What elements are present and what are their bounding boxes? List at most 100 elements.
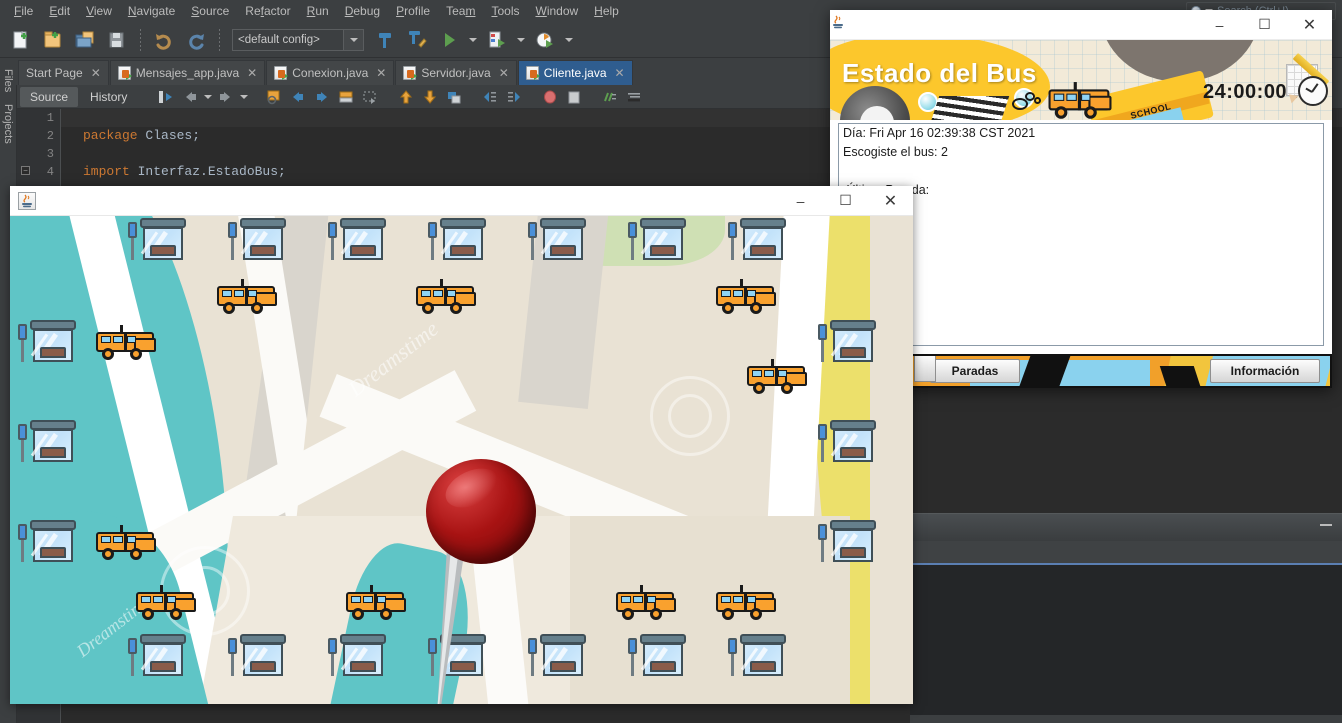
bus-stop-icon[interactable] xyxy=(18,414,80,476)
run-project-icon[interactable] xyxy=(434,25,464,55)
format-icon[interactable] xyxy=(623,87,645,107)
code-fold-toggle[interactable]: − xyxy=(21,166,30,175)
menu-source[interactable]: Source xyxy=(183,1,237,21)
save-all-icon[interactable] xyxy=(102,25,132,55)
profile-project-icon[interactable] xyxy=(530,25,560,55)
menu-run[interactable]: Run xyxy=(299,1,337,21)
forward-icon[interactable] xyxy=(215,87,237,107)
bus-stop-icon[interactable] xyxy=(528,216,590,274)
new-project-icon[interactable] xyxy=(38,25,68,55)
tab-cliente[interactable]: Cliente.java ✕ xyxy=(517,60,633,85)
undo-icon[interactable] xyxy=(149,25,179,55)
menu-team[interactable]: Team xyxy=(438,1,483,21)
run-dropdown-icon[interactable] xyxy=(466,25,480,55)
menu-refactor[interactable]: Refactor xyxy=(237,1,298,21)
new-file-icon[interactable] xyxy=(6,25,36,55)
menu-navigate[interactable]: Navigate xyxy=(120,1,183,21)
bus-stop-icon[interactable] xyxy=(228,216,290,274)
toggle-rectangular-icon[interactable] xyxy=(359,87,381,107)
redo-icon[interactable] xyxy=(181,25,211,55)
bus-stop-icon[interactable] xyxy=(18,514,80,576)
tab-start-page[interactable]: Start Page ✕ xyxy=(18,60,109,85)
map-canvas[interactable]: Dreamstime Dreamstime xyxy=(10,216,913,704)
menu-profile[interactable]: Profile xyxy=(388,1,438,21)
dock-tab-projects[interactable]: Projects xyxy=(0,98,16,150)
menu-help[interactable]: Help xyxy=(586,1,627,21)
menu-file[interactable]: File xyxy=(6,1,41,21)
shift-line-down-icon[interactable] xyxy=(419,87,441,107)
bus-stop-icon[interactable] xyxy=(428,216,490,274)
bus-stop-icon[interactable] xyxy=(18,314,80,376)
previous-bookmark-icon[interactable] xyxy=(287,87,309,107)
clean-build-icon[interactable] xyxy=(402,25,432,55)
bus-icon[interactable] xyxy=(714,584,778,624)
bus-icon[interactable] xyxy=(344,584,408,624)
next-bookmark-icon[interactable] xyxy=(311,87,333,107)
debug-project-icon[interactable] xyxy=(482,25,512,55)
toggle-bookmark-icon[interactable] xyxy=(335,87,357,107)
bus-stop-icon[interactable] xyxy=(818,314,880,376)
menu-tools[interactable]: Tools xyxy=(483,1,527,21)
build-project-icon[interactable] xyxy=(370,25,400,55)
close-icon[interactable]: ✕ xyxy=(376,66,386,80)
dock-tab-files[interactable]: Files xyxy=(0,63,16,98)
close-icon[interactable]: ✕ xyxy=(91,66,101,80)
tab-servidor[interactable]: Servidor.java ✕ xyxy=(395,60,517,85)
shift-line-up-icon[interactable] xyxy=(395,87,417,107)
debug-dropdown-icon[interactable] xyxy=(514,25,528,55)
bus-stop-icon[interactable] xyxy=(328,628,390,690)
config-combo[interactable]: <default config> xyxy=(232,28,364,51)
bus-icon[interactable] xyxy=(414,278,478,318)
bus-icon[interactable] xyxy=(714,278,778,318)
profile-dropdown-icon[interactable] xyxy=(562,25,576,55)
bus-icon[interactable] xyxy=(94,324,158,364)
menu-window[interactable]: Window xyxy=(527,1,586,21)
maximize-icon[interactable]: ☐ xyxy=(823,186,868,216)
shift-right-icon[interactable] xyxy=(503,87,525,107)
bus-stop-icon[interactable] xyxy=(228,628,290,690)
maximize-icon[interactable]: ☐ xyxy=(1242,10,1287,40)
back-icon[interactable] xyxy=(179,87,201,107)
partial-button-left[interactable] xyxy=(914,354,936,382)
menu-debug[interactable]: Debug xyxy=(337,1,388,21)
last-edit-icon[interactable] xyxy=(155,87,177,107)
menu-view[interactable]: View xyxy=(78,1,120,21)
toggle-breakpoint-icon[interactable] xyxy=(539,87,561,107)
bus-stop-icon[interactable] xyxy=(128,628,190,690)
open-project-icon[interactable] xyxy=(70,25,100,55)
close-icon[interactable]: ✕ xyxy=(247,66,257,80)
bus-icon[interactable] xyxy=(614,584,678,624)
close-icon[interactable]: ✕ xyxy=(868,186,913,216)
menu-edit[interactable]: Edit xyxy=(41,1,78,21)
copy-line-icon[interactable] xyxy=(443,87,465,107)
bus-icon[interactable] xyxy=(745,358,809,398)
bus-stop-icon[interactable] xyxy=(728,628,790,690)
bus-stop-icon[interactable] xyxy=(128,216,190,274)
bus-stop-icon[interactable] xyxy=(328,216,390,274)
paradas-map-window[interactable]: – ☐ ✕ Dreamstime Dreamstime xyxy=(10,186,913,704)
minimize-icon[interactable]: – xyxy=(778,186,823,216)
informacion-button[interactable]: Información xyxy=(1210,359,1320,383)
bus-window-titlebar[interactable]: – ☐ ✕ xyxy=(830,10,1332,40)
chevron-down-icon[interactable] xyxy=(343,29,363,50)
bus-stop-icon[interactable] xyxy=(818,514,880,576)
shift-left-icon[interactable] xyxy=(479,87,501,107)
bus-icon[interactable] xyxy=(134,584,198,624)
tab-conexion[interactable]: Conexion.java ✕ xyxy=(266,60,395,85)
map-window-titlebar[interactable]: – ☐ ✕ xyxy=(10,186,913,216)
close-icon[interactable]: ✕ xyxy=(615,66,625,80)
paradas-button[interactable]: Paradas xyxy=(930,359,1020,383)
close-icon[interactable]: ✕ xyxy=(499,66,509,80)
toggle-comment-icon[interactable] xyxy=(599,87,621,107)
find-selection-icon[interactable] xyxy=(263,87,285,107)
bus-icon[interactable] xyxy=(215,278,279,318)
minimize-icon[interactable]: – xyxy=(1197,10,1242,40)
bus-stop-icon[interactable] xyxy=(818,414,880,476)
bus-stop-icon[interactable] xyxy=(728,216,790,274)
red-map-pin-icon[interactable] xyxy=(420,459,540,704)
stop-icon[interactable] xyxy=(563,87,585,107)
tab-source[interactable]: Source xyxy=(20,86,79,107)
bus-icon[interactable] xyxy=(94,524,158,564)
panel-minimize-icon[interactable] xyxy=(1320,524,1332,526)
forward-dropdown-icon[interactable] xyxy=(239,82,249,112)
